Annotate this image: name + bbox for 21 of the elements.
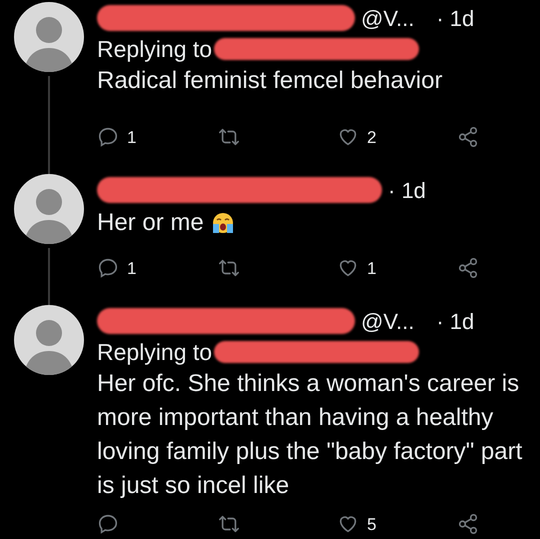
username-handle: @V... <box>361 308 414 336</box>
replying-to-label: Replying to <box>97 338 212 367</box>
like-count: 1 <box>367 258 376 280</box>
like-count: 2 <box>367 126 376 148</box>
share-icon[interactable] <box>457 257 479 280</box>
replying-to-label: Replying to <box>97 34 212 64</box>
username-handle: @V... <box>361 4 414 32</box>
share-icon[interactable] <box>457 513 479 536</box>
timestamp: · 1d <box>436 4 474 32</box>
like-count: 5 <box>367 514 376 536</box>
share-icon[interactable] <box>457 126 479 148</box>
reply-count: 1 <box>127 258 136 280</box>
tweet-text: Her ofc. She thinks a woman's career is more important than having a healthy loving family plus the "baby factory" part is just so incel like <box>97 369 524 501</box>
timestamp: · 1d <box>436 308 474 336</box>
tweet-text: Radical feminist femcel behavior <box>97 66 442 96</box>
timestamp: · 1d <box>388 176 426 204</box>
tweet-text: Her or me <box>97 208 204 238</box>
reply-icon[interactable] <box>97 126 119 148</box>
reply-icon[interactable] <box>97 257 119 280</box>
reply-count: 1 <box>127 126 136 148</box>
reply-icon[interactable] <box>97 513 119 536</box>
